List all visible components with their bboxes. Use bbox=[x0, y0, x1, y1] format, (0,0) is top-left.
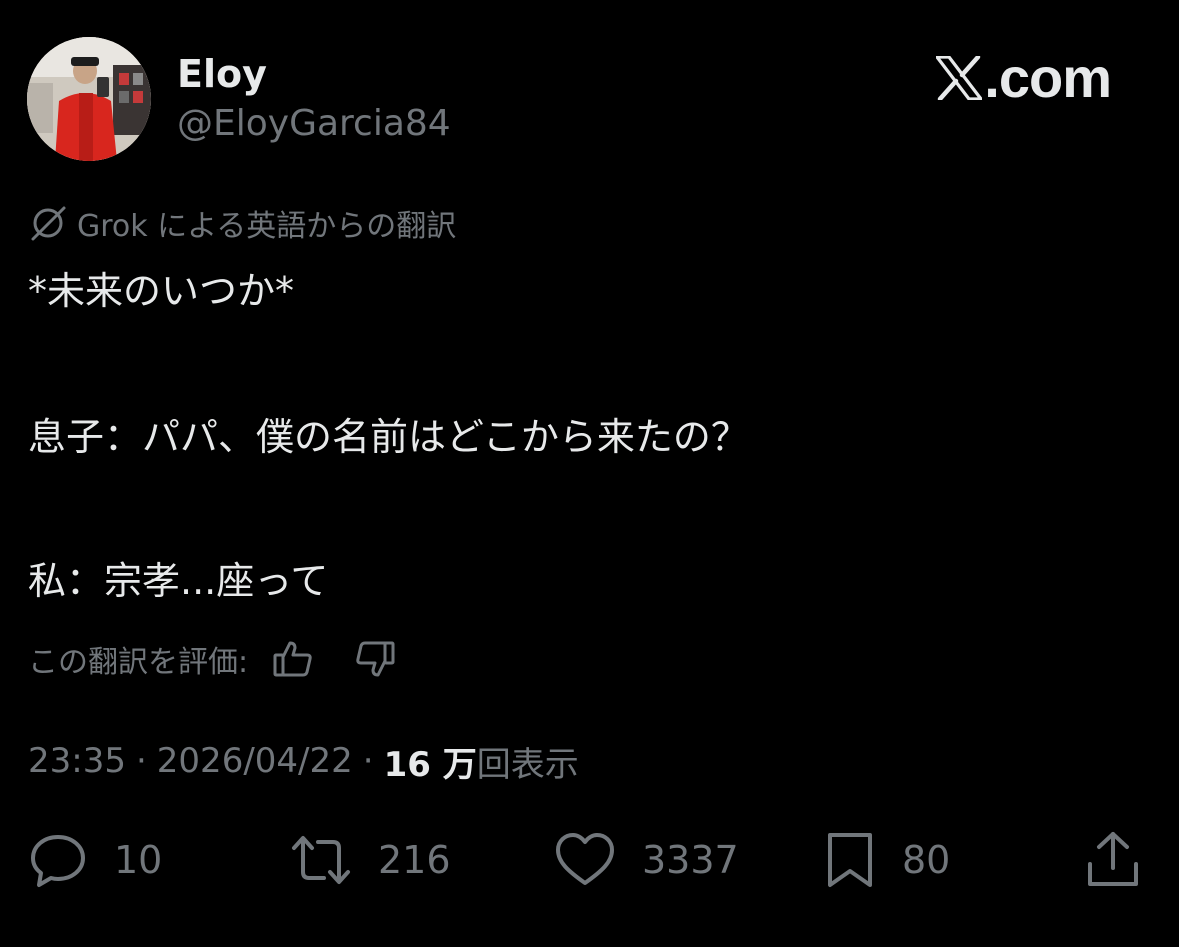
like-button[interactable]: 3337 bbox=[554, 828, 739, 892]
bookmark-count: 80 bbox=[902, 838, 951, 882]
thumbs-down-icon bbox=[356, 641, 395, 677]
tweet-time[interactable]: 23:35 bbox=[28, 741, 126, 781]
thumbs-down-button[interactable] bbox=[350, 634, 400, 684]
thumbs-up-button[interactable] bbox=[268, 634, 318, 684]
handle[interactable]: @EloyGarcia84 bbox=[177, 100, 451, 148]
repost-icon bbox=[292, 836, 350, 884]
views-count[interactable]: 16 万 bbox=[384, 737, 477, 786]
tweet-text-line-3: 私：宗孝...座って bbox=[28, 559, 329, 603]
avatar-photo bbox=[27, 37, 151, 161]
views-label: 回表示 bbox=[476, 744, 579, 785]
bookmark-icon bbox=[828, 833, 872, 887]
bookmark-button[interactable]: 80 bbox=[824, 828, 950, 892]
avatar[interactable] bbox=[27, 37, 151, 161]
thumbs-up-icon bbox=[273, 641, 312, 677]
meta-separator: · bbox=[362, 741, 374, 781]
rate-translation: この翻訳を評価: bbox=[28, 634, 400, 684]
meta-separator: · bbox=[135, 741, 147, 781]
x-logo-icon bbox=[936, 56, 983, 100]
repost-button[interactable]: 216 bbox=[290, 828, 451, 892]
tweet-meta: 23:35 · 2026/04/22 · 16 万 回表示 bbox=[28, 736, 579, 786]
brand-logo: .com bbox=[936, 46, 1112, 109]
rate-translation-label: この翻訳を評価: bbox=[28, 645, 249, 680]
heart-icon bbox=[556, 833, 614, 885]
display-name[interactable]: Eloy bbox=[177, 50, 267, 98]
reply-button[interactable]: 10 bbox=[28, 828, 162, 892]
share-icon bbox=[1088, 832, 1138, 886]
brand-text: .com bbox=[984, 46, 1112, 109]
grok-icon bbox=[31, 206, 66, 241]
repost-count: 216 bbox=[378, 838, 451, 882]
tweet-text-line-1: *未来のいつか* bbox=[28, 269, 295, 313]
share-button[interactable] bbox=[1084, 828, 1142, 892]
like-count: 3337 bbox=[642, 838, 739, 882]
translation-note: Grok による英語からの翻訳 bbox=[27, 200, 456, 246]
translation-note-text: Grok による英語からの翻訳 bbox=[77, 209, 457, 244]
tweet-text-line-2: 息子：パパ、僕の名前はどこから来たの？ bbox=[28, 415, 749, 459]
reply-count: 10 bbox=[114, 838, 163, 882]
tweet-date[interactable]: 2026/04/22 bbox=[157, 741, 353, 781]
reply-icon bbox=[31, 835, 85, 887]
